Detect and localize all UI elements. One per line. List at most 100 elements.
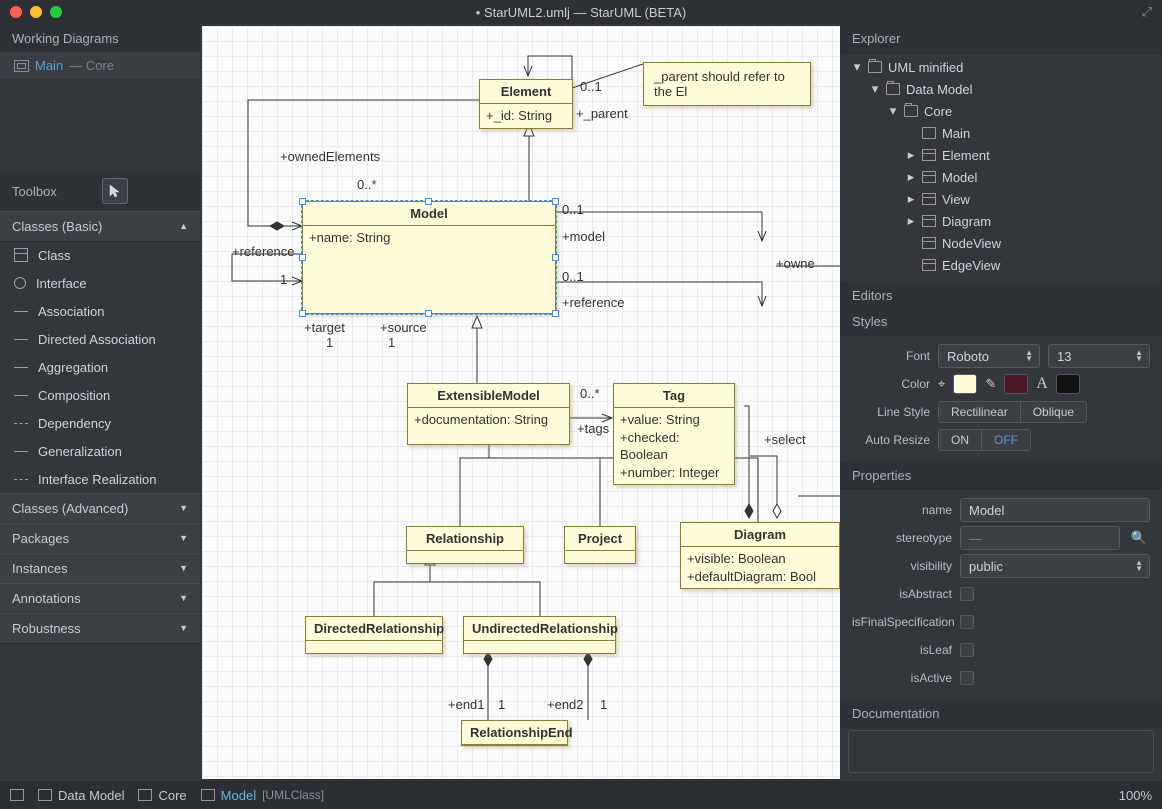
edge-label: 0..1 (562, 202, 584, 217)
tool-class[interactable]: Class (0, 241, 200, 269)
breadcrumb-core[interactable]: Core (138, 788, 186, 803)
prop-isfinal-checkbox[interactable] (960, 615, 974, 629)
font-color-swatch[interactable] (1056, 374, 1080, 394)
select-tool-button[interactable] (102, 178, 128, 204)
prop-visibility-select[interactable]: public▲▼ (960, 554, 1150, 578)
working-diagram-item[interactable]: Main — Core (0, 52, 200, 79)
tree-node-model[interactable]: ▸Model (840, 166, 1162, 188)
tool-interface[interactable]: Interface (0, 269, 200, 297)
diagram-canvas[interactable]: _parent should refer to the El Element +… (202, 26, 840, 779)
uml-class-project[interactable]: Project (564, 526, 636, 564)
line-color-swatch[interactable] (1004, 374, 1028, 394)
fullscreen-icon[interactable]: ⤢ (1142, 4, 1152, 20)
tool-composition[interactable]: Composition (0, 381, 200, 409)
prop-isactive-label: isActive (852, 671, 952, 685)
tool-icon (14, 395, 28, 409)
documentation-textarea[interactable] (848, 730, 1154, 773)
toolbox-category-classes-advanced-[interactable]: Classes (Advanced)▼ (0, 493, 200, 523)
close-icon[interactable] (10, 6, 22, 18)
uml-class-diagram[interactable]: Diagram +visible: Boolean+defaultDiagram… (680, 522, 840, 589)
breadcrumb-datamodel[interactable]: Data Model (38, 788, 124, 803)
edge-label: +_parent (576, 106, 628, 121)
linestyle-toggle[interactable]: Rectilinear Oblique (938, 401, 1087, 423)
chevron-down-icon: ▼ (179, 503, 188, 513)
prop-isleaf-checkbox[interactable] (960, 643, 974, 657)
breadcrumb-selected[interactable]: Model [UMLClass] (201, 788, 324, 803)
disclosure-icon[interactable]: ▸ (906, 191, 916, 207)
prop-isactive-checkbox[interactable] (960, 671, 974, 685)
tree-node-diagram[interactable]: ▸Diagram (840, 210, 1162, 232)
node-icon (922, 193, 936, 205)
uml-class-tag[interactable]: Tag +value: String +checked: Boolean +nu… (613, 383, 735, 485)
edge-label: 1 (280, 272, 287, 287)
linestyle-rectilinear[interactable]: Rectilinear (939, 402, 1020, 422)
node-icon (922, 149, 936, 161)
node-icon (904, 105, 918, 117)
disclosure-icon[interactable]: ▾ (852, 59, 862, 75)
color-label: Color (852, 377, 930, 391)
edge-label: 0..* (580, 386, 600, 401)
node-icon (922, 237, 936, 249)
uml-class-directedrelationship[interactable]: DirectedRelationship (305, 616, 443, 654)
autoresize-on[interactable]: ON (939, 430, 981, 450)
font-size-select[interactable]: 13▲▼ (1048, 344, 1150, 368)
linestyle-oblique[interactable]: Oblique (1020, 402, 1086, 422)
tree-node-nodeview[interactable]: NodeView (840, 232, 1162, 254)
font-select[interactable]: Roboto▲▼ (938, 344, 1040, 368)
diagram-icon (14, 60, 29, 72)
tree-node-view[interactable]: ▸View (840, 188, 1162, 210)
tree-node-element[interactable]: ▸Element (840, 144, 1162, 166)
chevron-updown-icon: ▲▼ (1135, 560, 1143, 572)
zoom-level[interactable]: 100% (1119, 788, 1152, 803)
toolbox-category-instances[interactable]: Instances▼ (0, 553, 200, 583)
edge-label: +owne (776, 256, 815, 271)
uml-class-relationshipend[interactable]: RelationshipEnd (461, 720, 568, 746)
zoom-icon[interactable] (50, 6, 62, 18)
toolbox-category-packages[interactable]: Packages▼ (0, 523, 200, 553)
toolbox-category-robustness[interactable]: Robustness▼ (0, 613, 200, 643)
eyedropper-icon[interactable]: ⌖ (938, 376, 945, 392)
disclosure-icon[interactable]: ▾ (888, 103, 898, 119)
uml-class-model[interactable]: Model +name: String (302, 201, 556, 314)
autoresize-toggle[interactable]: ON OFF (938, 429, 1031, 451)
fill-color-swatch[interactable] (953, 374, 977, 394)
prop-isabstract-checkbox[interactable] (960, 587, 974, 601)
prop-stereotype-input[interactable]: — (960, 526, 1120, 550)
node-icon (922, 171, 936, 183)
font-color-icon[interactable]: A (1036, 375, 1048, 393)
prop-name-input[interactable]: Model (960, 498, 1150, 522)
status-root-icon[interactable] (10, 789, 24, 801)
disclosure-icon[interactable]: ▾ (870, 81, 880, 97)
tool-directed-association[interactable]: Directed Association (0, 325, 200, 353)
tool-generalization[interactable]: Generalization (0, 437, 200, 465)
tool-interface-realization[interactable]: Interface Realization (0, 465, 200, 493)
disclosure-icon[interactable]: ▸ (906, 147, 916, 163)
tree-node-data-model[interactable]: ▾Data Model (840, 78, 1162, 100)
right-sidebar: Explorer ▾UML minified▾Data Model▾CoreMa… (840, 24, 1162, 781)
uml-class-element[interactable]: Element +_id: String (479, 79, 573, 129)
uml-class-relationship[interactable]: Relationship (406, 526, 524, 564)
uml-class-extensiblemodel[interactable]: ExtensibleModel +documentation: String (407, 383, 570, 445)
autoresize-off[interactable]: OFF (981, 430, 1030, 450)
toolbox-category-classes-basic[interactable]: Classes (Basic)▲ (0, 211, 200, 241)
tree-node-edgeview[interactable]: EdgeView (840, 254, 1162, 276)
tree-node-uml-minified[interactable]: ▾UML minified (840, 56, 1162, 78)
tool-icon (14, 339, 28, 353)
tool-association[interactable]: Association (0, 297, 200, 325)
uml-note[interactable]: _parent should refer to the El (643, 62, 811, 106)
tree-node-core[interactable]: ▾Core (840, 100, 1162, 122)
toolbox-category-annotations[interactable]: Annotations▼ (0, 583, 200, 613)
working-diagram-suffix: — Core (69, 58, 114, 73)
pencil-icon[interactable]: ✎ (985, 376, 996, 392)
toolbox-title: Toolbox (12, 184, 57, 199)
prop-isfinal-label: isFinalSpecification (852, 615, 952, 629)
uml-class-undirectedrelationship[interactable]: UndirectedRelationship (463, 616, 616, 654)
tool-dependency[interactable]: Dependency (0, 409, 200, 437)
disclosure-icon[interactable]: ▸ (906, 213, 916, 229)
disclosure-icon[interactable]: ▸ (906, 169, 916, 185)
minimize-icon[interactable] (30, 6, 42, 18)
tool-aggregation[interactable]: Aggregation (0, 353, 200, 381)
search-icon[interactable]: 🔍 (1128, 530, 1150, 546)
tree-node-main[interactable]: Main (840, 122, 1162, 144)
window-controls (0, 6, 62, 18)
